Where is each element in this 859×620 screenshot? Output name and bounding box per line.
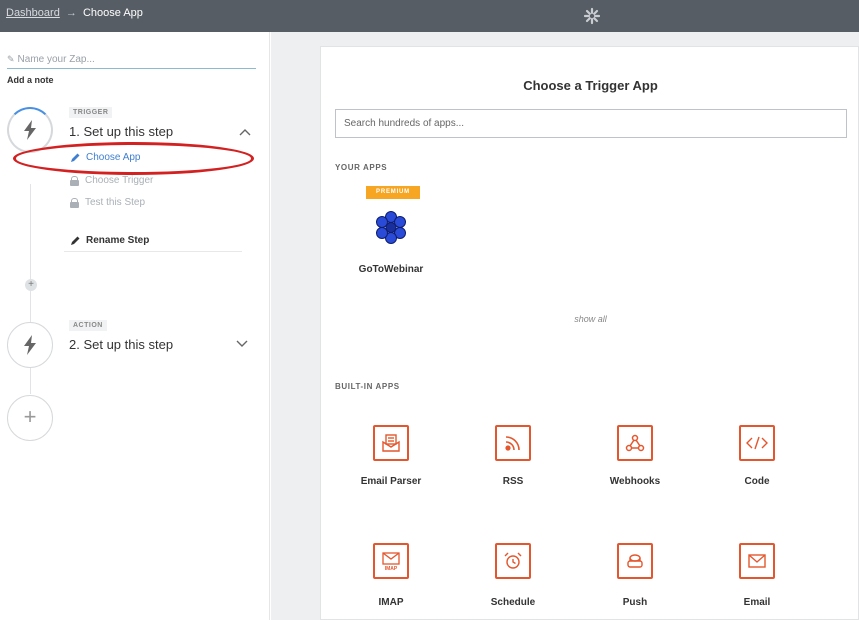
your-apps-heading: YOUR APPS — [335, 163, 388, 172]
app-tile-schedule[interactable]: Schedule — [463, 543, 563, 615]
rename-step-link[interactable]: Rename Step — [70, 235, 149, 246]
pencil-icon — [71, 153, 80, 162]
pencil-icon: ✎ — [7, 54, 15, 64]
action-step-title[interactable]: 2. Set up this step — [69, 337, 173, 352]
lock-icon — [70, 175, 79, 186]
show-all-link[interactable]: show all — [321, 314, 859, 324]
email-parser-icon — [373, 425, 409, 461]
substep-label: Choose App — [86, 152, 141, 163]
app-tile-webhooks[interactable]: Webhooks — [585, 425, 685, 495]
trigger-type-badge: TRIGGER — [69, 107, 113, 118]
zap-name-field[interactable]: ✎ Name your Zap... — [7, 54, 256, 69]
app-name: Schedule — [490, 597, 536, 608]
app-tile-imap[interactable]: IMAP IMAP — [341, 543, 441, 615]
app-name: IMAP — [378, 597, 404, 608]
chevron-up-icon[interactable] — [239, 125, 251, 139]
breadcrumb: Dashboard → Choose App — [6, 7, 143, 19]
substep-test-step: Test this Step — [70, 197, 145, 208]
divider — [64, 251, 242, 252]
svg-text:IMAP: IMAP — [385, 566, 398, 571]
alarm-clock-icon — [495, 543, 531, 579]
app-tile-code[interactable]: Code — [707, 425, 807, 495]
trigger-step-title[interactable]: 1. Set up this step — [69, 124, 173, 139]
add-step-button[interactable]: + — [7, 395, 53, 441]
search-input[interactable] — [335, 109, 847, 138]
app-tile-email[interactable]: Email — [707, 543, 807, 615]
rss-icon — [495, 425, 531, 461]
breadcrumb-dashboard-link[interactable]: Dashboard — [6, 7, 60, 19]
lightning-bolt-icon — [24, 335, 36, 355]
main-area: Choose a Trigger App YOUR APPS PREMIUM G… — [271, 32, 859, 620]
code-icon — [739, 425, 775, 461]
sidebar: ✎ Name your Zap... Add a note TRIGGER 1. … — [0, 32, 270, 620]
app-tile-rss[interactable]: RSS — [463, 425, 563, 495]
app-name: Email — [743, 597, 771, 608]
substep-choose-trigger: Choose Trigger — [70, 175, 153, 186]
top-bar: Dashboard → Choose App — [0, 0, 859, 32]
gotowebinar-flower-icon[interactable] — [374, 210, 408, 244]
app-name: RSS — [502, 476, 524, 487]
zapier-asterisk-icon[interactable] — [583, 7, 601, 25]
app-name: Webhooks — [609, 476, 661, 487]
add-note-link[interactable]: Add a note — [7, 75, 54, 85]
add-step-between-button[interactable]: + — [25, 279, 37, 291]
app-name: Push — [622, 597, 648, 608]
choose-app-panel: Choose a Trigger App YOUR APPS PREMIUM G… — [320, 46, 859, 620]
trigger-step-circle[interactable] — [7, 107, 53, 153]
app-name: Email Parser — [360, 476, 422, 487]
premium-badge: PREMIUM — [366, 186, 420, 199]
breadcrumb-arrow-icon: → — [65, 7, 77, 19]
action-step-circle[interactable] — [7, 322, 53, 368]
substep-choose-app[interactable]: Choose App — [70, 152, 141, 163]
webhooks-icon — [617, 425, 653, 461]
substep-label: Choose Trigger — [85, 175, 154, 186]
built-in-apps-heading: BUILT-IN APPS — [335, 382, 400, 391]
rename-step-label: Rename Step — [86, 235, 150, 246]
lightning-bolt-icon — [24, 120, 36, 140]
app-name-gotowebinar[interactable]: GoToWebinar — [341, 264, 441, 275]
substep-label: Test this Step — [85, 197, 146, 208]
pencil-icon — [71, 236, 80, 245]
zap-name-placeholder: Name your Zap... — [17, 54, 95, 65]
lock-icon — [70, 197, 79, 208]
push-button-icon — [617, 543, 653, 579]
app-tile-email-parser[interactable]: Email Parser — [341, 425, 441, 495]
imap-icon: IMAP — [373, 543, 409, 579]
app-name: Code — [744, 476, 770, 487]
page-title: Choose a Trigger App — [523, 78, 658, 93]
chevron-down-icon[interactable] — [236, 337, 248, 351]
action-type-badge: ACTION — [69, 320, 107, 331]
app-tile-push[interactable]: Push — [585, 543, 685, 615]
breadcrumb-current: Choose App — [82, 7, 143, 19]
envelope-icon — [739, 543, 775, 579]
